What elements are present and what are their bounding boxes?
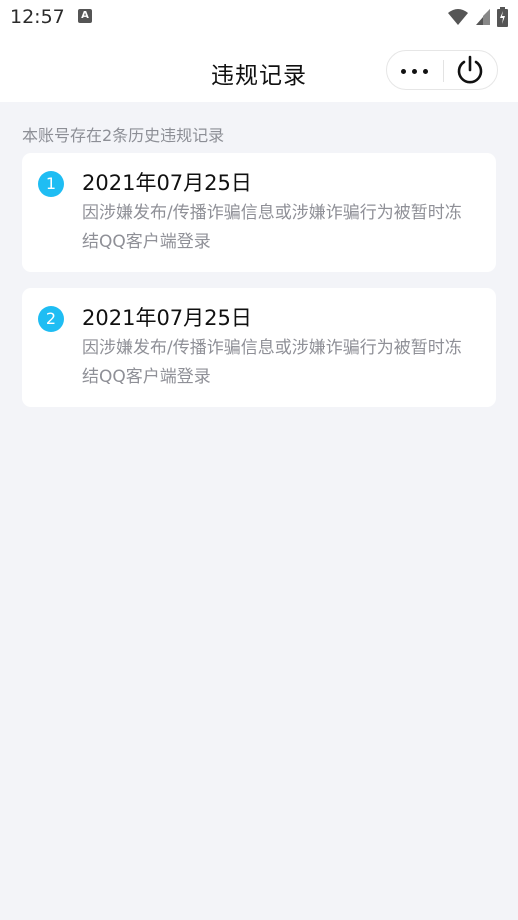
close-button[interactable] (444, 51, 499, 91)
status-time: 12:57 (10, 6, 65, 28)
violation-record-card: 1 2021年07月25日 因涉嫌发布/传播诈骗信息或涉嫌诈骗行为被暂时冻结QQ… (22, 153, 496, 272)
status-icons (447, 7, 508, 27)
record-index-badge: 1 (38, 171, 64, 197)
more-dot-icon (401, 69, 406, 74)
status-bar: 12:57 A (0, 0, 518, 36)
more-dot-icon (412, 69, 417, 74)
notification-icon: A (78, 9, 92, 23)
record-description: 因涉嫌发布/传播诈骗信息或涉嫌诈骗行为被暂时冻结QQ客户端登录 (82, 338, 462, 387)
record-index-badge: 2 (38, 306, 64, 332)
power-icon (457, 55, 483, 84)
more-dot-icon (423, 69, 428, 74)
record-date: 2021年07月25日 (82, 171, 252, 195)
more-button[interactable] (387, 51, 443, 91)
battery-icon (497, 7, 508, 27)
nav-header: 违规记录 (0, 36, 518, 102)
record-description: 因涉嫌发布/传播诈骗信息或涉嫌诈骗行为被暂时冻结QQ客户端登录 (82, 203, 462, 252)
miniprogram-capsule (386, 50, 498, 90)
violation-record-card: 2 2021年07月25日 因涉嫌发布/传播诈骗信息或涉嫌诈骗行为被暂时冻结QQ… (22, 288, 496, 407)
signal-icon (476, 9, 490, 25)
violation-summary: 本账号存在2条历史违规记录 (22, 126, 225, 145)
record-date: 2021年07月25日 (82, 306, 252, 330)
wifi-icon (448, 9, 468, 25)
